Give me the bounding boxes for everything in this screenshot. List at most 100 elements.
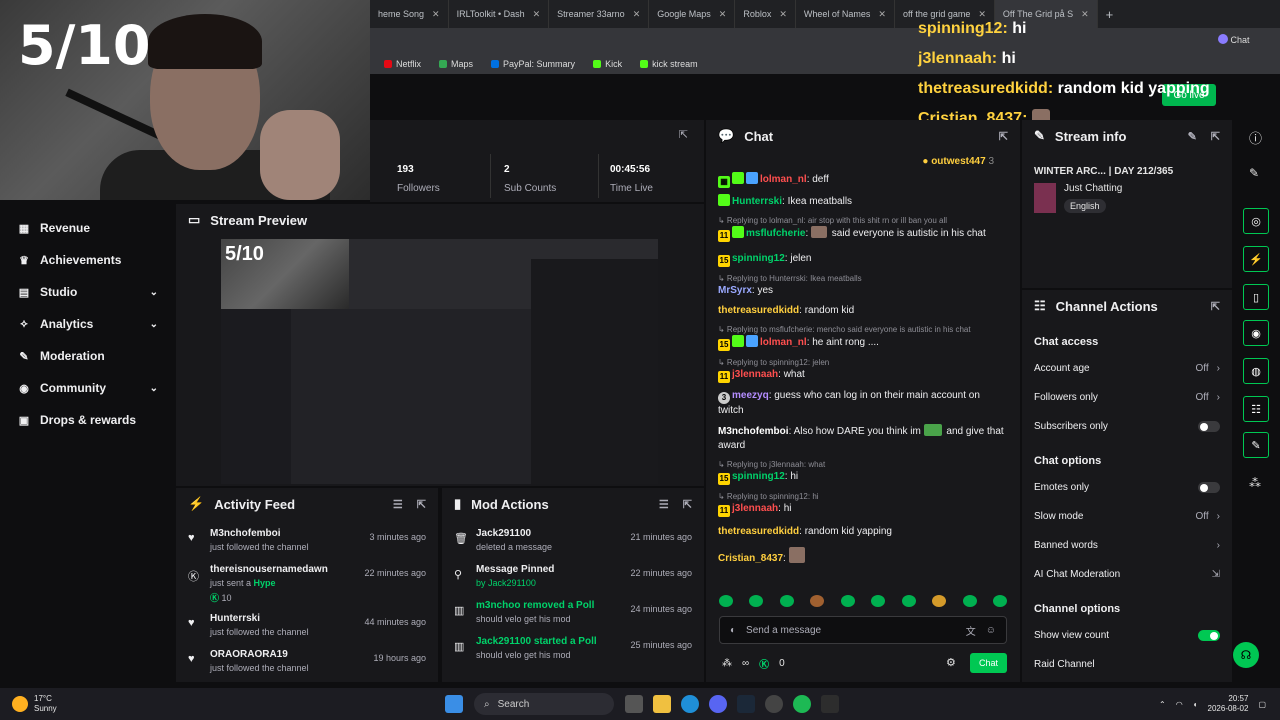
file-explorer-icon[interactable] [653, 695, 671, 713]
emote-icon[interactable] [810, 595, 825, 607]
document-icon[interactable]: ▯ [1243, 284, 1269, 310]
chat-send-button[interactable]: Chat [970, 653, 1007, 673]
sidebar-item-moderation[interactable]: ✎ Moderation [0, 340, 176, 372]
slow-mode-row[interactable]: Slow mode Off › [1022, 502, 1232, 531]
channel-actions-panel: ☷ Channel Actions ⇱ Chat access Account ag… [1022, 290, 1232, 682]
volume-icon[interactable]: ◖ [1193, 700, 1198, 709]
overlay-chat-line: spinning12: hi [918, 20, 1027, 37]
bookmark-kick-stream[interactable]: kick stream [640, 59, 698, 69]
edit-icon[interactable]: ✎ [1249, 166, 1259, 180]
netflix-icon [384, 60, 392, 68]
raid-channel-row[interactable]: Raid Channel [1022, 650, 1232, 679]
chat-message: M3nchofemboi: Also how DARE you think im… [718, 424, 1004, 451]
mod-actions-panel: ▮ Mod Actions ☰ ⇱ 🗑 Jack291100 deleted a mess… [442, 488, 704, 682]
discord-icon[interactable] [709, 695, 727, 713]
sidebar-item-community[interactable]: ◉ Community ⌄ [0, 372, 176, 404]
sidebar-item-revenue[interactable]: ▦ Revenue [0, 212, 176, 244]
emotes-only-toggle[interactable] [1198, 482, 1220, 493]
emote-icon[interactable] [932, 595, 947, 607]
translate-icon[interactable]: 文 [966, 623, 976, 638]
close-tab-icon[interactable]: ✕ [878, 9, 886, 20]
broadcast-icon[interactable]: ◍ [1243, 358, 1269, 384]
pinned-gifter[interactable]: ● outwest447 3 [706, 152, 1020, 172]
close-tab-icon[interactable]: ✕ [779, 9, 787, 20]
wrench-icon[interactable]: ✎ [1243, 432, 1269, 458]
browser-tab[interactable]: Wheel of Names ✕ [796, 0, 895, 28]
banned-words-row[interactable]: Banned words › [1022, 531, 1232, 560]
settings-gear-icon[interactable]: ⚙ [946, 656, 956, 669]
account-age-row[interactable]: Account age Off › [1022, 354, 1232, 383]
emoji-icon[interactable]: ◐ [730, 625, 736, 636]
emote-icon[interactable] [871, 595, 886, 607]
popout-icon[interactable]: ⇱ [999, 130, 1008, 143]
browser-tab[interactable]: IRLToolkit • Dash ✕ [449, 0, 550, 28]
filter-icon[interactable]: ☰ [659, 498, 669, 511]
overlay-score: 5/10 [18, 14, 151, 77]
chat-input[interactable]: ◐ Send a message 文 ☺ [719, 616, 1007, 644]
subscribers-only-toggle[interactable] [1198, 421, 1220, 432]
popout-icon[interactable]: ⇱ [1211, 130, 1220, 143]
close-tab-icon[interactable]: ✕ [719, 9, 727, 20]
obs-icon[interactable] [765, 695, 783, 713]
show-view-count-toggle[interactable] [1198, 630, 1220, 641]
edge-icon[interactable] [681, 695, 699, 713]
emote-icon[interactable] [719, 595, 733, 607]
emote-icon[interactable] [840, 595, 855, 607]
chat-bubble-icon: 💬 [718, 128, 735, 143]
close-tab-icon[interactable]: ✕ [533, 9, 541, 20]
bookmark-kick[interactable]: Kick [593, 59, 622, 69]
stat-sub-counts: 2 Sub Counts [504, 164, 557, 194]
popout-icon[interactable]: ⇱ [1211, 300, 1220, 313]
browser-tab[interactable]: Streamer 33arno ✕ [549, 0, 650, 28]
sidebar-item-analytics[interactable]: ⟡ Analytics ⌄ [0, 308, 176, 340]
spotify-icon[interactable] [793, 695, 811, 713]
wifi-icon[interactable]: ◠ [1176, 700, 1183, 709]
stream-preview-video[interactable]: 5/10 [221, 239, 658, 484]
windows-start-icon[interactable] [445, 695, 463, 713]
community-icon[interactable]: ⁂ [1249, 476, 1261, 490]
emote-icon[interactable] [749, 595, 764, 607]
emote-icon[interactable] [992, 595, 1007, 607]
weather-widget[interactable]: 17°C Sunny [0, 694, 140, 714]
chevron-up-icon[interactable]: ⌃ [1159, 700, 1166, 709]
stream-category: Just Chatting [1064, 183, 1123, 194]
popout-icon[interactable]: ⇱ [679, 128, 688, 141]
sidebar-item-achievements[interactable]: ♛ Achievements [0, 244, 176, 276]
close-tab-icon[interactable]: ✕ [633, 9, 641, 20]
browser-tab[interactable]: Google Maps ✕ [649, 0, 736, 28]
browser-tab[interactable]: Roblox ✕ [735, 0, 796, 28]
close-tab-icon[interactable]: ✕ [432, 9, 440, 20]
list-icon[interactable]: ☷ [1243, 396, 1269, 422]
support-chat-button[interactable]: ☊ [1233, 642, 1259, 668]
bookmark-netflix[interactable]: Netflix [384, 59, 421, 69]
chat-message: 11 j3lennaah: what [718, 369, 805, 383]
taskbar-search[interactable]: ⌕ Search [474, 693, 614, 715]
chat-bubble-icon[interactable]: ◉ [1243, 320, 1269, 346]
bolt-icon[interactable]: ⚡ [1243, 246, 1269, 272]
ai-moderation-row[interactable]: AI Chat Moderation ⇲ [1022, 560, 1232, 589]
filter-icon[interactable]: ☰ [393, 498, 403, 511]
popout-icon[interactable]: ⇱ [417, 498, 426, 511]
chat-sidebar-button[interactable]: Chat [1218, 34, 1250, 45]
popout-icon[interactable]: ⇱ [683, 498, 692, 511]
app-icon[interactable] [821, 695, 839, 713]
chat-message: 15 spinning12: jelen [718, 253, 812, 267]
camera-icon[interactable]: ◎ [1243, 208, 1269, 234]
browser-tab[interactable]: heme Song ✕ [370, 0, 449, 28]
edit-icon[interactable]: ✎ [1188, 130, 1197, 143]
task-view-icon[interactable] [625, 695, 643, 713]
info-icon[interactable]: ⓘ [1249, 128, 1262, 147]
followers-only-row[interactable]: Followers only Off › [1022, 383, 1232, 412]
sidebar-item-studio[interactable]: ▤ Studio ⌄ [0, 276, 176, 308]
emote-icon[interactable] [962, 595, 977, 607]
steam-icon[interactable] [737, 695, 755, 713]
emote-icon[interactable] [901, 595, 916, 607]
smile-icon[interactable]: ☺ [986, 625, 996, 636]
community-icon: ◉ [19, 382, 29, 395]
clock[interactable]: 20:57 2026-08-02 [1208, 694, 1249, 714]
notification-icon[interactable]: ▢ [1258, 700, 1266, 709]
emote-icon[interactable] [779, 595, 794, 607]
bookmark-paypal[interactable]: PayPal: Summary [491, 59, 575, 69]
bookmark-maps[interactable]: Maps [439, 59, 473, 69]
sidebar-item-drops[interactable]: ▣ Drops & rewards [0, 404, 176, 436]
